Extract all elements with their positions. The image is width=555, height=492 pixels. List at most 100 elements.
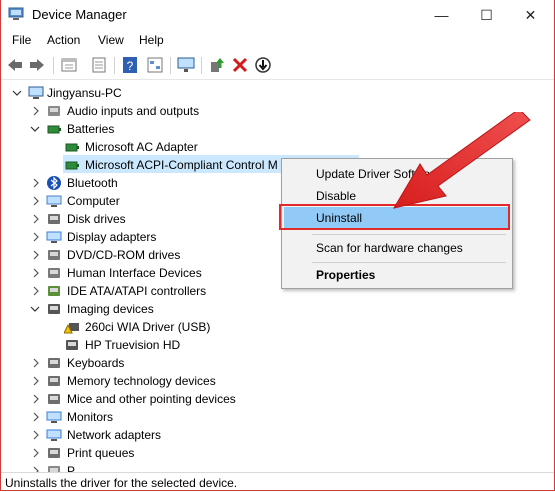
disable-device-icon[interactable] [254, 56, 272, 74]
battery-device-icon [65, 161, 79, 170]
collapse-chevron-icon[interactable] [12, 84, 22, 102]
update-driver-icon[interactable] [208, 56, 226, 74]
annotation-arrow [392, 112, 531, 209]
tree-node-label: Monitors [67, 410, 114, 424]
tree-category-node[interactable]: Audio inputs and outputs [1, 102, 361, 120]
collapse-chevron-icon[interactable] [30, 120, 40, 138]
tree-category-node[interactable]: Keyboards [1, 354, 361, 372]
tree-node-label: Mice and other pointing devices [67, 392, 236, 406]
display-icon [46, 231, 62, 243]
tree-node-label: Keyboards [67, 356, 125, 370]
status-bar: Uninstalls the driver for the selected d… [1, 472, 554, 490]
expand-chevron-icon[interactable] [31, 228, 41, 246]
tree-node-label: Memory technology devices [67, 374, 216, 388]
expand-chevron-icon[interactable] [31, 408, 41, 426]
toolbar: ? [1, 52, 554, 80]
mouse-icon [48, 394, 60, 404]
tree-device-node[interactable]: 260ci WIA Driver (USB) [1, 318, 361, 336]
expand-chevron-icon[interactable] [31, 282, 41, 300]
expand-chevron-icon[interactable] [31, 192, 41, 210]
expand-chevron-icon[interactable] [31, 102, 41, 120]
forward-icon[interactable] [28, 56, 46, 74]
menu-item-scan-hardware[interactable]: Scan for hardware changes [316, 241, 463, 255]
bluetooth-icon [47, 176, 61, 190]
tree-node-label: 260ci WIA Driver (USB) [85, 320, 211, 334]
tree-node-label: Network adapters [67, 428, 162, 442]
collapse-chevron-icon[interactable] [30, 300, 40, 318]
menu-file[interactable]: File [12, 33, 31, 47]
close-button[interactable]: ✕ [508, 0, 553, 30]
minimize-button[interactable]: — [419, 0, 464, 30]
tree-device-node[interactable]: HP Truevision HD [1, 336, 361, 354]
menu-view[interactable]: View [98, 33, 124, 47]
camera-icon [48, 304, 60, 314]
tree-category-node[interactable]: Mice and other pointing devices [1, 390, 361, 408]
expand-chevron-icon[interactable] [31, 354, 41, 372]
dvd-icon [48, 250, 60, 260]
tree-node-label: Computer [67, 194, 120, 208]
status-text: Uninstalls the driver for the selected d… [5, 476, 238, 490]
tree-node-label: Imaging devices [67, 302, 154, 316]
menu-action[interactable]: Action [47, 33, 80, 47]
expand-chevron-icon[interactable] [31, 444, 41, 462]
network-icon [46, 429, 62, 441]
tree-device-node[interactable]: Microsoft AC Adapter [1, 138, 361, 156]
toolbar-separator [170, 57, 171, 74]
tree-node-label: Display adapters [67, 230, 157, 244]
tree-node-label: Microsoft AC Adapter [85, 140, 198, 154]
printer-icon [48, 448, 60, 458]
tree-node-label: Audio inputs and outputs [67, 104, 200, 118]
menu-help[interactable]: Help [139, 33, 164, 47]
tree-category-node[interactable]: Print queues [1, 444, 361, 462]
tree-node-label: Batteries [67, 122, 115, 136]
expand-chevron-icon[interactable] [31, 264, 41, 282]
ide-icon [48, 286, 60, 296]
tree-node-label: P [67, 464, 76, 472]
tree-category-node[interactable]: Monitors [1, 408, 361, 426]
expand-chevron-icon[interactable] [31, 210, 41, 228]
tree-category-node[interactable]: Imaging devices [1, 300, 361, 318]
disk-icon [48, 214, 60, 224]
toolbar-separator [114, 57, 115, 74]
warning-camera-icon [64, 323, 79, 334]
computer-root-icon [28, 86, 44, 99]
tree-category-node[interactable]: Network adapters [1, 426, 361, 444]
context-menu-separator [312, 234, 506, 235]
expand-chevron-icon[interactable] [31, 174, 41, 192]
tree-category-node[interactable]: P [1, 462, 361, 472]
camera-device-icon [66, 340, 78, 350]
expand-chevron-icon[interactable] [31, 390, 41, 408]
show-hidden-icon[interactable] [90, 56, 108, 74]
context-menu-separator [312, 262, 506, 263]
menu-item-properties[interactable]: Properties [316, 268, 375, 282]
title-bar: Device Manager — ☐ ✕ [1, 0, 554, 30]
device-view-icon[interactable] [146, 56, 164, 74]
computer-icon [46, 195, 62, 207]
toolbar-separator [53, 57, 54, 74]
device-manager-app-icon [8, 7, 24, 20]
properties-sheet-icon[interactable] [60, 56, 78, 74]
back-icon[interactable] [6, 56, 24, 74]
tree-category-node[interactable]: Memory technology devices [1, 372, 361, 390]
tree-node-label: Bluetooth [67, 176, 118, 190]
audio-icon [48, 106, 60, 116]
expand-chevron-icon[interactable] [31, 246, 41, 264]
toolbar-separator [201, 57, 202, 74]
menu-bar: File Action View Help [1, 30, 554, 52]
maximize-button[interactable]: ☐ [464, 0, 509, 30]
tree-node-label: HP Truevision HD [85, 338, 181, 352]
tree-node-label: Print queues [67, 446, 135, 460]
generic-device-icon [48, 466, 60, 472]
scan-monitor-icon[interactable] [177, 56, 195, 74]
expand-chevron-icon[interactable] [31, 372, 41, 390]
expand-chevron-icon[interactable] [31, 426, 41, 444]
battery-device-icon [65, 143, 79, 152]
vertical-scrollbar[interactable] [545, 80, 554, 472]
tree-category-node[interactable]: Batteries [1, 120, 361, 138]
menu-item-disable[interactable]: Disable [316, 189, 356, 203]
help-icon[interactable]: ? [121, 56, 139, 74]
hid-icon [48, 268, 60, 278]
expand-chevron-icon[interactable] [31, 462, 41, 472]
uninstall-red-x-icon[interactable] [231, 56, 249, 74]
memory-icon [48, 376, 60, 386]
